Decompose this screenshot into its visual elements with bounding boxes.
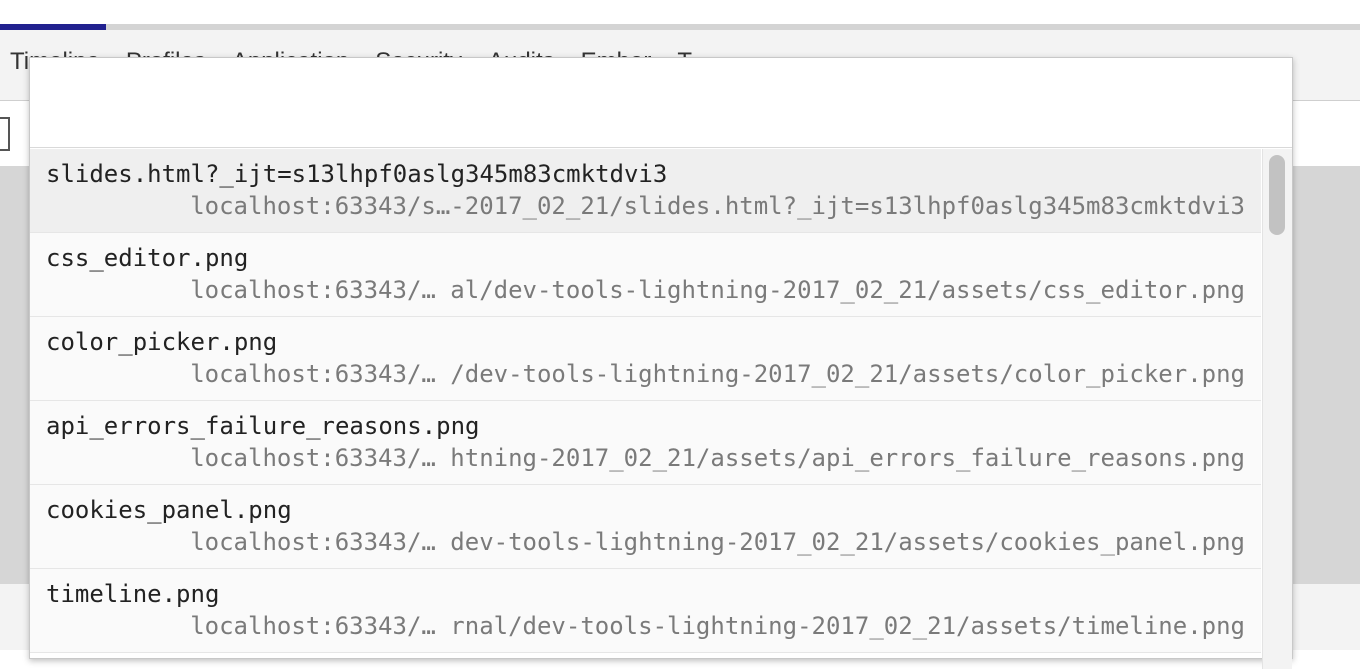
result-filename: slides.html?_ijt=s13lhpf0aslg345m83cmktd… (46, 160, 668, 188)
result-filename: css_editor.png (46, 244, 249, 272)
list-item[interactable]: cookies_panel.png localhost:63343/… dev-… (30, 485, 1261, 569)
result-url: localhost:63343/… /dev-tools-lightning-2… (190, 360, 1245, 388)
list-item[interactable]: api_errors_failure_reasons.png localhost… (30, 401, 1261, 485)
panel-checkbox[interactable] (0, 117, 10, 151)
result-filename: api_errors_failure_reasons.png (46, 412, 480, 440)
results-scrollbar[interactable] (1262, 149, 1292, 669)
list-item[interactable]: slides.html?_ijt=s13lhpf0aslg345m83cmktd… (30, 149, 1261, 233)
result-filename: cookies_panel.png (46, 496, 292, 524)
scrollbar-thumb[interactable] (1269, 155, 1285, 235)
list-item[interactable]: color_picker.png localhost:63343/… /dev-… (30, 317, 1261, 401)
result-filename: color_picker.png (46, 328, 278, 356)
result-url: localhost:63343/s…-2017_02_21/slides.htm… (190, 192, 1245, 220)
list-item[interactable]: css_editor.png localhost:63343/… al/dev-… (30, 233, 1261, 317)
quick-open-dialog: slides.html?_ijt=s13lhpf0aslg345m83cmktd… (29, 57, 1293, 669)
result-url: localhost:63343/… al/dev-tools-lightning… (190, 276, 1245, 304)
result-url: localhost:63343/… htning-2017_02_21/asse… (190, 444, 1245, 472)
window-top (0, 0, 1360, 24)
quick-open-results-list: slides.html?_ijt=s13lhpf0aslg345m83cmktd… (30, 149, 1261, 669)
result-url: localhost:63343/… rnal/dev-tools-lightni… (190, 612, 1245, 640)
result-url: localhost:63343/… dev-tools-lightning-20… (190, 528, 1245, 556)
quick-open-search-input[interactable] (30, 58, 1292, 148)
result-filename: timeline.png (46, 580, 220, 608)
list-item[interactable]: timeline.png localhost:63343/… rnal/dev-… (30, 569, 1261, 653)
